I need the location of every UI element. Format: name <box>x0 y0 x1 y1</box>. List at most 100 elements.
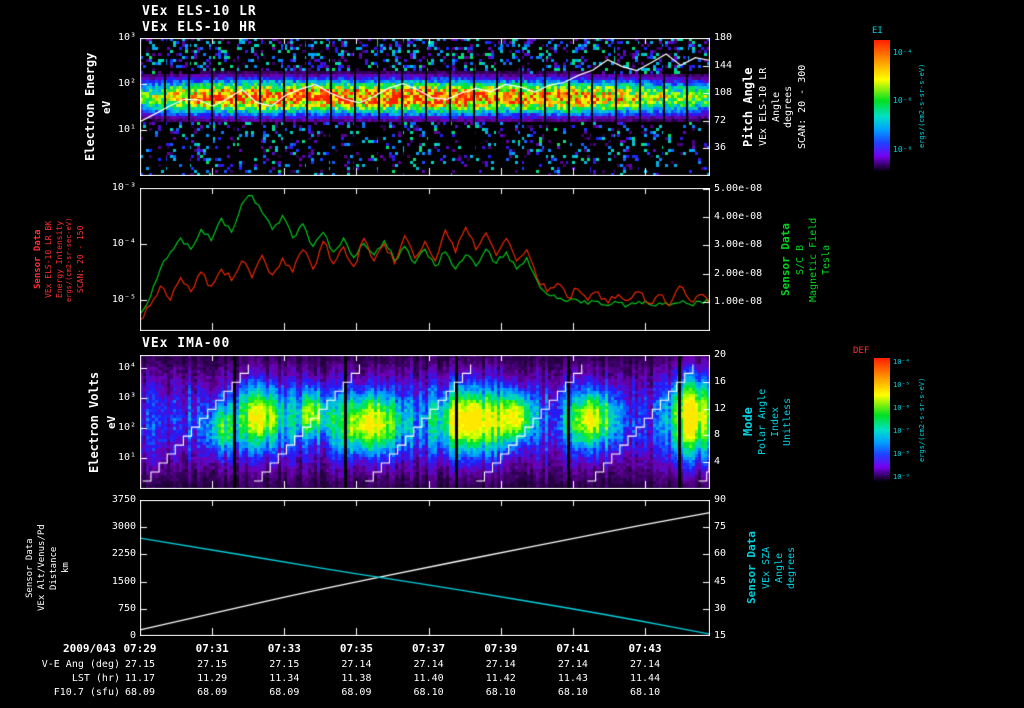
row-value: 68.10 <box>413 687 444 698</box>
panel4-right-tick: 90 <box>714 494 727 505</box>
panel2-right-tick: 3.00e-08 <box>714 239 763 251</box>
colorbar-ei <box>874 40 890 172</box>
date-label: 2009/043 <box>63 642 116 655</box>
time-tick-label: 07:37 <box>412 642 446 655</box>
distance-label: Distance <box>49 546 59 590</box>
row-value: 27.15 <box>197 659 228 670</box>
panel2-ytick: 10⁻³ <box>111 182 136 193</box>
scan-range-label-p1: SCAN: 20 - 300 <box>797 64 808 150</box>
sensor-data-label-bfield: Sensor Data <box>779 223 792 296</box>
mode-label: Mode <box>741 407 755 437</box>
panel2-right-tick: 2.00e-08 <box>714 267 763 279</box>
colorbar-ei-tick: 10⁻⁸ <box>893 145 913 155</box>
time-tick-label: 07:43 <box>628 642 662 655</box>
row-value: 68.10 <box>557 687 588 698</box>
panel3-ytick: 10⁴ <box>117 361 136 373</box>
row-value: 11.43 <box>557 673 588 684</box>
panel1-title-lr: VEx ELS-10 LR <box>142 4 257 19</box>
panel4-right-tick: 30 <box>714 602 727 614</box>
panel3-ytick: 10³ <box>117 392 136 403</box>
colorbar-ei-units: ergs/(cm2-s-sr-s-eV) <box>918 63 926 149</box>
panel1-right-tick: 144 <box>714 59 733 71</box>
row-label: LST (hr) <box>71 673 120 684</box>
time-tick-label: 07:29 <box>123 642 157 655</box>
row-value: 27.14 <box>630 659 661 670</box>
row-value: 68.09 <box>341 687 372 698</box>
panel2-right-tick: 4.00e-08 <box>714 211 763 223</box>
row-label: F10.7 (sfu) <box>53 687 120 698</box>
sza-degrees-label: degrees <box>786 546 797 590</box>
sensor-data-label-sza: Sensor Data <box>745 531 758 605</box>
row-value: 11.38 <box>341 673 372 684</box>
vex-sza-label: VEx SZA <box>761 546 772 590</box>
altitude-sza-plot-canvas <box>140 500 710 636</box>
panel1-ytick: 10³ <box>117 32 136 43</box>
row-value: 68.09 <box>124 687 156 698</box>
panel4-ytick: 0 <box>129 630 136 641</box>
panel3-title: VEx IMA-00 <box>142 336 231 351</box>
els-spectrogram-canvas <box>140 38 710 176</box>
panel2-ytick: 10⁻⁵ <box>111 293 136 305</box>
panel4-ytick: 750 <box>117 602 136 614</box>
panel2-right-tick: 1.00e-08 <box>714 295 763 307</box>
colorbar-def-tick: 10⁻⁴ <box>893 358 910 367</box>
panel1-right-tick: 180 <box>714 32 733 43</box>
row-value: 27.14 <box>485 659 516 670</box>
panel1-ytick: 10² <box>117 77 136 89</box>
panel1-title-hr: VEx ELS-10 HR <box>142 20 257 35</box>
row-value: 11.40 <box>413 673 444 684</box>
panel2-right-tick: 5.00e-08 <box>714 183 763 195</box>
sensor-data-label-p4: Sensor Data <box>25 538 35 598</box>
time-tick-label: 07:33 <box>267 642 301 655</box>
time-tick-label: 07:31 <box>195 642 229 655</box>
colorbar-ei-title: EI <box>872 26 883 36</box>
panel4-right-tick: 75 <box>714 521 727 533</box>
row-value: 68.10 <box>630 687 661 698</box>
panel1-right-tick: 72 <box>714 114 727 126</box>
unitless-label: Unitless <box>782 397 793 447</box>
panel3-ytick: 10¹ <box>117 452 136 464</box>
scan-range-label-p2: SCAN: 20 - 150 <box>76 225 85 294</box>
intensity-units-label: ergs/(cm2-sr-sec-eV) <box>65 217 73 302</box>
panel4-right-tick: 15 <box>714 630 727 641</box>
row-value: 11.17 <box>124 673 156 684</box>
tesla-label: Tesla <box>821 244 832 275</box>
colorbar-def-tick: 10⁻⁸ <box>893 450 910 459</box>
quicklook-plot-page: VEx ELS-10 LR VEx ELS-10 HR VEx IMA-00 E… <box>0 0 1024 708</box>
magnetic-field-label: Magnetic Field <box>808 217 819 302</box>
alt-venus-pd-label: VEx Alt/Venus/Pd <box>37 524 47 612</box>
colorbar-def-tick: 10⁻⁵ <box>893 381 910 390</box>
row-value: 68.09 <box>269 687 300 698</box>
panel3-right-tick: 20 <box>714 349 727 360</box>
row-value: 11.42 <box>485 673 516 684</box>
row-label: V-E Ang (deg) <box>41 659 120 670</box>
row-value: 27.14 <box>557 659 588 670</box>
panel4-ytick: 1500 <box>111 575 136 587</box>
time-tick-label: 07:41 <box>556 642 590 655</box>
panel4-ytick: 3000 <box>111 521 136 533</box>
panel3-right-tick: 16 <box>714 375 727 387</box>
colorbar-def-title: DEF <box>853 346 870 356</box>
panel4-right-tick: 45 <box>714 575 727 587</box>
energy-intensity-label: Energy Intensity <box>55 220 64 299</box>
panel3-right-tick: 4 <box>714 456 721 468</box>
colorbar-def-units: ergs/(cm2-s-sr-s-eV) <box>918 377 926 463</box>
polar-angle-label: Polar Angle <box>757 388 768 456</box>
colorbar-def-tick: 10⁻⁷ <box>893 427 910 436</box>
colorbar-def-tick: 10⁻⁶ <box>893 404 910 413</box>
panel4-ytick: 2250 <box>111 548 136 560</box>
panel1-ylabel-units: eV <box>100 100 113 114</box>
pitch-angle-label: Pitch Angle <box>741 67 755 147</box>
ima-spectrogram-canvas <box>140 355 710 489</box>
angle-label: Angle <box>771 91 782 123</box>
row-value: 27.14 <box>341 659 372 670</box>
row-value: 11.34 <box>269 673 300 684</box>
km-label: km <box>61 562 71 574</box>
panel4-right-tick: 60 <box>714 548 727 560</box>
row-value: 27.14 <box>413 659 444 670</box>
row-value: 27.15 <box>269 659 300 670</box>
colorbar-ei-tick: 10⁻⁴ <box>893 47 913 57</box>
row-value: 11.44 <box>630 673 661 684</box>
time-tick-label: 07:35 <box>339 642 373 655</box>
panel3-ytick: 10² <box>117 422 136 434</box>
